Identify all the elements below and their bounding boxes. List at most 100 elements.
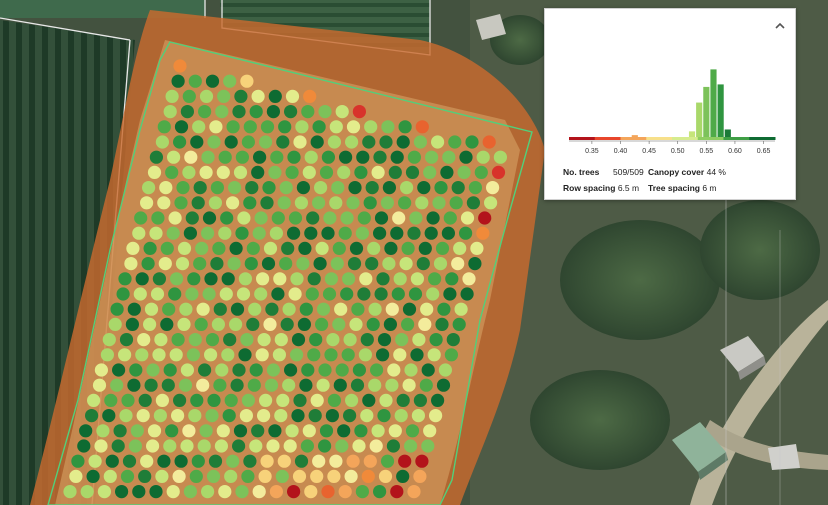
tree-canopy[interactable] <box>314 181 328 195</box>
tree-canopy[interactable] <box>396 135 410 149</box>
tree-canopy[interactable] <box>188 74 202 88</box>
tree-canopy[interactable] <box>292 469 307 483</box>
tree-canopy[interactable] <box>223 333 237 347</box>
tree-canopy[interactable] <box>105 454 119 468</box>
tree-canopy[interactable] <box>415 454 429 468</box>
tree-canopy[interactable] <box>120 469 135 483</box>
tree-canopy[interactable] <box>206 469 221 483</box>
tree-canopy[interactable] <box>153 409 167 423</box>
tree-canopy[interactable] <box>424 226 438 240</box>
tree-canopy[interactable] <box>96 424 110 438</box>
tree-canopy[interactable] <box>407 226 421 240</box>
tree-canopy[interactable] <box>147 165 162 179</box>
tree-canopy[interactable] <box>333 378 347 392</box>
tree-canopy[interactable] <box>182 424 196 438</box>
tree-canopy[interactable] <box>398 196 412 210</box>
tree-canopy[interactable] <box>313 257 327 271</box>
tree-canopy[interactable] <box>304 150 318 164</box>
tree-canopy[interactable] <box>276 135 290 149</box>
tree-canopy[interactable] <box>252 485 266 499</box>
tree-canopy[interactable] <box>79 424 93 438</box>
tree-canopy[interactable] <box>486 181 500 195</box>
tree-canopy[interactable] <box>321 150 335 164</box>
tree-canopy[interactable] <box>484 196 498 210</box>
tree-canopy[interactable] <box>284 105 298 119</box>
tree-canopy[interactable] <box>163 105 177 119</box>
tree-canopy[interactable] <box>165 165 179 179</box>
tree-canopy[interactable] <box>77 439 91 453</box>
tree-canopy[interactable] <box>449 196 463 210</box>
tree-canopy[interactable] <box>125 317 139 331</box>
tree-canopy[interactable] <box>294 454 309 468</box>
tree-canopy[interactable] <box>174 196 188 210</box>
tree-canopy[interactable] <box>373 485 387 499</box>
tree-canopy[interactable] <box>191 454 205 468</box>
tree-canopy[interactable] <box>282 378 296 392</box>
chevron-up-icon[interactable] <box>771 17 789 35</box>
tree-canopy[interactable] <box>239 409 253 423</box>
tree-canopy[interactable] <box>426 211 440 225</box>
tree-canopy[interactable] <box>340 287 354 301</box>
tree-canopy[interactable] <box>318 105 332 119</box>
tree-canopy[interactable] <box>143 241 157 255</box>
tree-canopy[interactable] <box>451 257 465 271</box>
tree-canopy[interactable] <box>184 150 198 164</box>
tree-canopy[interactable] <box>205 333 220 347</box>
tree-canopy[interactable] <box>221 272 235 286</box>
tree-canopy[interactable] <box>173 59 187 73</box>
tree-canopy[interactable] <box>127 302 141 316</box>
tree-canopy[interactable] <box>312 454 326 468</box>
tree-canopy[interactable] <box>199 165 213 179</box>
tree-canopy[interactable] <box>85 409 99 423</box>
tree-canopy[interactable] <box>356 150 370 164</box>
tree-canopy[interactable] <box>92 378 107 392</box>
tree-canopy[interactable] <box>301 363 315 377</box>
tree-canopy[interactable] <box>415 120 429 134</box>
tree-canopy[interactable] <box>241 393 255 407</box>
tree-canopy[interactable] <box>374 287 388 301</box>
tree-canopy[interactable] <box>346 454 360 468</box>
tree-canopy[interactable] <box>124 257 138 271</box>
tree-canopy[interactable] <box>253 150 267 164</box>
tree-canopy[interactable] <box>285 424 299 438</box>
tree-canopy[interactable] <box>260 454 274 468</box>
tree-canopy[interactable] <box>358 348 372 362</box>
tree-canopy[interactable] <box>344 469 358 483</box>
tree-canopy[interactable] <box>296 181 310 195</box>
tree-canopy[interactable] <box>278 120 292 134</box>
tree-canopy[interactable] <box>354 424 368 438</box>
tree-canopy[interactable] <box>215 363 229 377</box>
tree-canopy[interactable] <box>407 485 421 499</box>
tree-canopy[interactable] <box>359 272 373 286</box>
tree-canopy[interactable] <box>111 439 125 453</box>
tree-canopy[interactable] <box>327 469 341 483</box>
tree-canopy[interactable] <box>240 333 254 347</box>
tree-canopy[interactable] <box>157 454 171 468</box>
tree-canopy[interactable] <box>287 226 301 240</box>
tree-canopy[interactable] <box>171 333 185 347</box>
tree-canopy[interactable] <box>88 454 102 468</box>
tree-canopy[interactable] <box>345 135 359 149</box>
tree-canopy[interactable] <box>183 485 197 499</box>
tree-canopy[interactable] <box>185 287 199 301</box>
tree-canopy[interactable] <box>150 287 165 301</box>
tree-canopy[interactable] <box>201 226 215 240</box>
tree-canopy[interactable] <box>396 469 410 483</box>
tree-canopy[interactable] <box>165 89 179 103</box>
tree-canopy[interactable] <box>149 485 163 499</box>
tree-canopy[interactable] <box>379 393 393 407</box>
tree-canopy[interactable] <box>405 165 420 179</box>
tree-canopy[interactable] <box>118 272 132 286</box>
tree-canopy[interactable] <box>404 363 418 377</box>
tree-canopy[interactable] <box>140 196 154 210</box>
tree-canopy[interactable] <box>195 241 209 255</box>
tree-canopy[interactable] <box>401 241 415 255</box>
tree-canopy[interactable] <box>119 333 134 347</box>
tree-canopy[interactable] <box>388 424 402 438</box>
tree-canopy[interactable] <box>478 211 492 225</box>
tree-canopy[interactable] <box>386 439 400 453</box>
tree-canopy[interactable] <box>402 378 416 392</box>
tree-canopy[interactable] <box>309 333 323 347</box>
tree-canopy[interactable] <box>173 393 187 407</box>
tree-canopy[interactable] <box>374 211 389 225</box>
